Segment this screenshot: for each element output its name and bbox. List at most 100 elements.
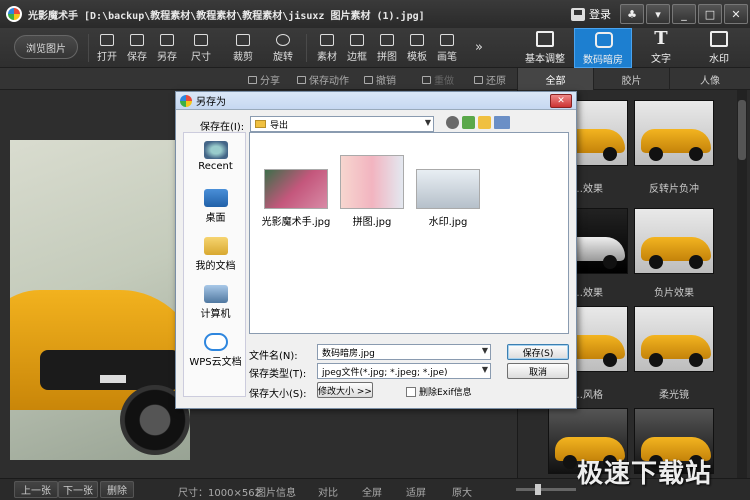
dialog-app-icon — [180, 94, 192, 107]
file-list[interactable]: 光影魔术手.jpg 拼图.jpg 水印.jpg — [249, 132, 569, 334]
redo-button[interactable]: 重做 — [422, 72, 454, 87]
brush-icon — [440, 34, 454, 46]
menu-button[interactable]: ▾ — [646, 4, 670, 24]
resize-button[interactable]: 尺寸 — [186, 32, 216, 63]
file-item[interactable]: 水印.jpg — [408, 169, 488, 228]
place-desktop-label: 桌面 — [205, 213, 226, 224]
file-item[interactable]: 光影魔术手.jpg — [256, 169, 336, 228]
place-recent-label: Recent — [198, 161, 233, 172]
restore-label: 还原 — [486, 76, 506, 87]
tab-watermark[interactable]: 水印 — [690, 28, 748, 68]
place-documents[interactable]: 我的文档 — [184, 237, 247, 272]
tab-portrait[interactable]: 人像 — [669, 68, 750, 90]
dialog-save-button[interactable]: 保存(S) — [507, 344, 569, 360]
place-wps-cloud[interactable]: WPS云文档 — [184, 333, 247, 368]
save-action-label: 保存动作 — [309, 76, 349, 87]
material-button[interactable]: 素材 — [312, 32, 342, 63]
file-item[interactable]: 拼图.jpg — [332, 155, 412, 228]
share-button[interactable]: 分享 — [248, 72, 280, 87]
file-name: 水印.jpg — [428, 217, 468, 228]
resize-options-button[interactable]: 修改大小 >> — [317, 382, 373, 398]
place-wps-cloud-label: WPS云文档 — [189, 357, 242, 368]
more-tools-button[interactable]: » — [464, 40, 494, 55]
undo-label: 撤销 — [376, 76, 396, 87]
browse-images-button[interactable]: 浏览图片 — [14, 35, 78, 59]
place-desktop[interactable]: 桌面 — [184, 189, 247, 224]
dialog-close-button[interactable]: ✕ — [550, 94, 572, 108]
minimize-button[interactable]: _ — [672, 4, 696, 24]
zoom-slider-knob[interactable] — [535, 484, 541, 495]
original-size-button[interactable]: 原大 — [452, 484, 472, 499]
remove-exif-checkbox[interactable]: 删除Exif信息 — [406, 385, 472, 398]
filename-input[interactable]: 数码暗房.jpg ▼ — [317, 344, 491, 360]
maximize-button[interactable]: □ — [698, 4, 722, 24]
place-computer[interactable]: 计算机 — [184, 285, 247, 320]
next-image-button[interactable]: 下一张 — [58, 481, 98, 498]
crop-button[interactable]: 裁剪 — [228, 32, 258, 63]
tab-basic-adjust[interactable]: 基本调整 — [516, 28, 574, 68]
up-folder-icon[interactable] — [462, 116, 475, 129]
template-button[interactable]: 模板 — [402, 32, 432, 63]
share-icon — [248, 75, 257, 84]
zoom-slider[interactable] — [516, 484, 576, 495]
delete-button[interactable]: 删除 — [100, 481, 134, 498]
material-label: 素材 — [317, 52, 337, 63]
tab-text[interactable]: T 文字 — [632, 28, 690, 68]
toolbar-divider — [306, 34, 307, 62]
close-button[interactable]: ✕ — [724, 4, 748, 24]
resize-icon — [194, 34, 208, 46]
tab-digital-darkroom-label: 数码暗房 — [583, 55, 623, 66]
save-in-value: 导出 — [270, 120, 289, 131]
recent-icon — [203, 141, 228, 159]
tab-all[interactable]: 全部 — [517, 68, 593, 90]
place-computer-label: 计算机 — [200, 309, 231, 320]
effect-thumb-6[interactable] — [634, 306, 714, 372]
save-icon — [130, 34, 144, 46]
effect-thumb-2[interactable] — [634, 100, 714, 166]
compare-button[interactable]: 对比 — [318, 484, 338, 499]
effects-scrollbar[interactable] — [737, 90, 747, 478]
undo-button[interactable]: 撤销 — [364, 72, 396, 87]
tab-watermark-label: 水印 — [709, 54, 729, 65]
material-icon — [320, 34, 334, 46]
save-label: 保存 — [127, 52, 147, 63]
login-button[interactable]: 登录 — [571, 6, 611, 22]
collage-button[interactable]: 拼图 — [372, 32, 402, 63]
brush-button[interactable]: 画笔 — [432, 32, 462, 63]
effect-label-2: 反转片负冲 — [649, 184, 699, 195]
skin-button[interactable]: ♣ — [620, 4, 644, 24]
save-as-label: 另存 — [157, 52, 177, 63]
chevron-down-icon: ▼ — [481, 365, 488, 374]
prev-image-button[interactable]: 上一张 — [14, 481, 58, 498]
open-icon — [100, 34, 114, 46]
save-in-dropdown[interactable]: 导出 ▼ — [250, 116, 434, 132]
checkbox-box[interactable] — [406, 386, 416, 397]
rotate-button[interactable]: 旋转 — [268, 32, 298, 63]
view-menu-icon[interactable] — [494, 116, 510, 129]
place-recent[interactable]: Recent — [184, 141, 247, 172]
filetype-value: jpeg文件(*.jpg; *.jpeg; *.jpe) — [322, 367, 448, 378]
car-badge — [100, 375, 126, 383]
image-info-button[interactable]: 图片信息 — [256, 484, 296, 499]
dialog-cancel-button[interactable]: 取消 — [507, 363, 569, 379]
rotate-label: 旋转 — [273, 52, 293, 63]
filetype-dropdown[interactable]: jpeg文件(*.jpg; *.jpeg; *.jpe) ▼ — [317, 363, 491, 379]
save-action-button[interactable]: 保存动作 — [297, 72, 349, 87]
back-icon[interactable] — [446, 116, 459, 129]
fit-screen-button[interactable]: 适屏 — [406, 484, 426, 499]
border-button[interactable]: 边框 — [342, 32, 372, 63]
save-as-button[interactable]: 另存 — [152, 32, 182, 63]
open-button[interactable]: 打开 — [92, 32, 122, 63]
scrollbar-thumb[interactable] — [738, 100, 746, 160]
remove-exif-label: 删除Exif信息 — [419, 388, 472, 398]
fullscreen-button[interactable]: 全屏 — [362, 484, 382, 499]
effect-thumb-4[interactable] — [634, 208, 714, 274]
save-as-dialog: 另存为 ✕ 保存在(I): 导出 ▼ Recent 桌面 我的文档 计算机 WP… — [175, 91, 577, 409]
new-folder-icon[interactable] — [478, 116, 491, 129]
tab-digital-darkroom[interactable]: 数码暗房 — [574, 28, 632, 68]
restore-button[interactable]: 还原 — [474, 72, 506, 87]
tab-film[interactable]: 胶片 — [593, 68, 669, 90]
share-label: 分享 — [260, 76, 280, 87]
border-label: 边框 — [347, 52, 367, 63]
save-button[interactable]: 保存 — [122, 32, 152, 63]
